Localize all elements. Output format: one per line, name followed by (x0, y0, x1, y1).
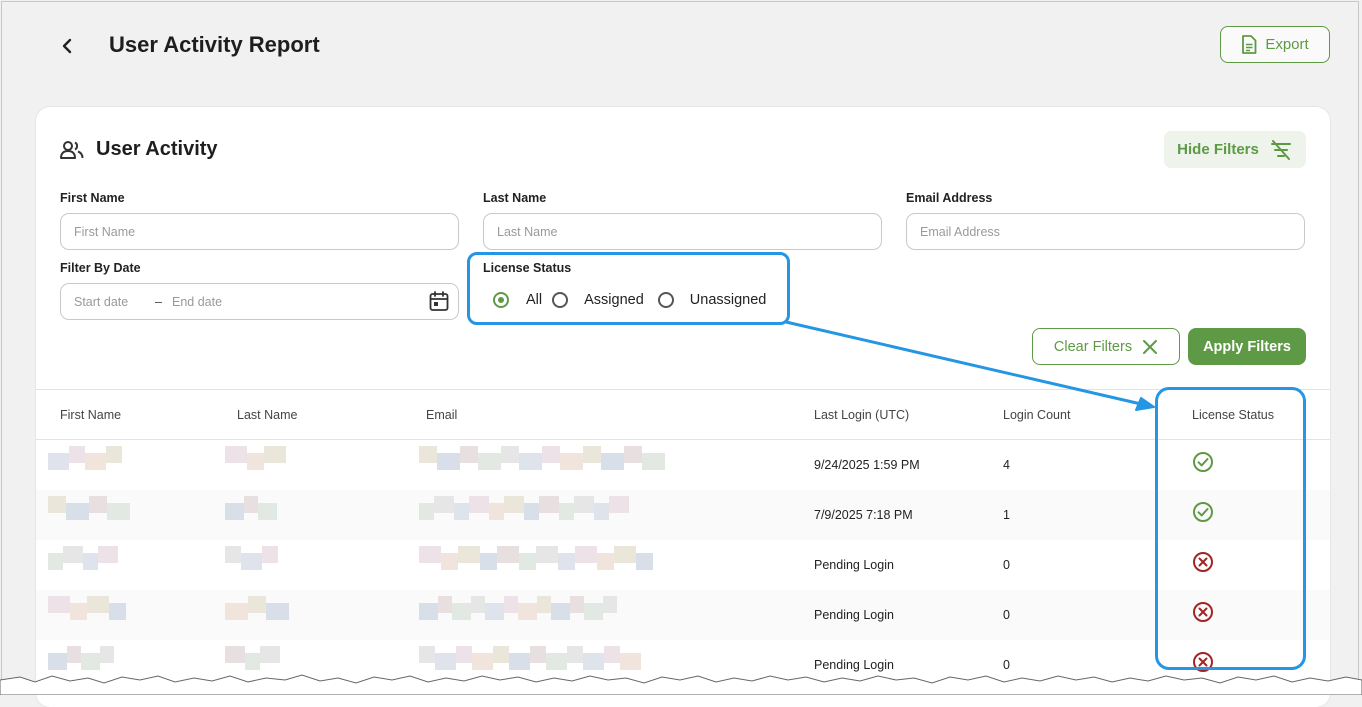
license-filter-callout (467, 252, 790, 325)
torn-edge (0, 674, 1362, 695)
license-column-callout (1155, 387, 1306, 670)
